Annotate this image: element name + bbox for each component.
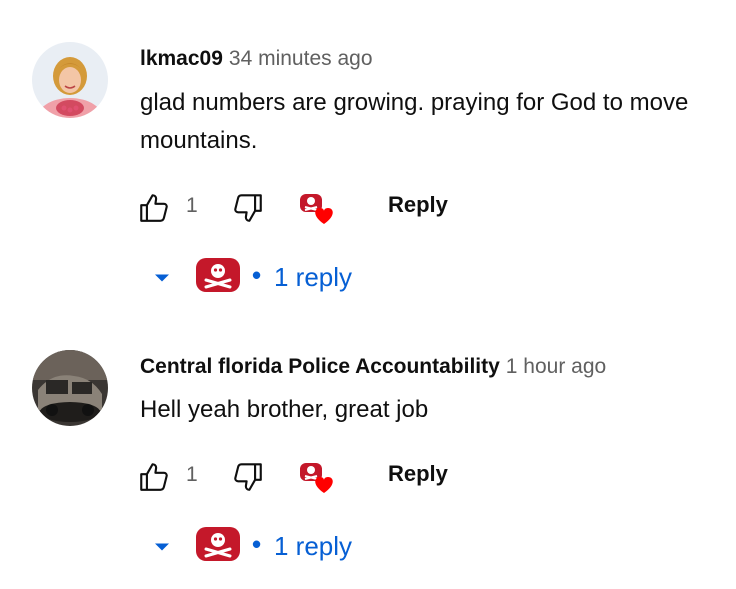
chevron-down-icon — [155, 543, 169, 551]
creator-heart-icon — [300, 463, 333, 493]
comment-text: glad numbers are growing. praying for Go… — [140, 89, 689, 154]
skull-crossbones-icon — [196, 258, 240, 292]
author-name[interactable]: lkmac09 — [140, 47, 223, 70]
avatar[interactable] — [32, 42, 108, 118]
avatar[interactable] — [32, 350, 108, 426]
creator-heart-badge — [294, 186, 338, 230]
like-count: 1 — [186, 194, 198, 217]
separator-dot: • — [252, 260, 262, 290]
vehicle-avatar-icon — [32, 350, 108, 426]
dislike-button[interactable] — [226, 186, 270, 230]
thumbs-up-icon — [140, 463, 168, 491]
separator-dot: • — [252, 529, 262, 559]
creator-heart-badge — [294, 455, 338, 499]
comment-text: Hell yeah brother, great job — [140, 396, 429, 423]
comment-timestamp[interactable]: 34 minutes ago — [229, 47, 373, 70]
woman-avatar-icon — [32, 42, 108, 118]
thumbs-up-icon — [140, 194, 168, 222]
comment-header: Central florida Police Accountability 1 h… — [140, 352, 606, 381]
author-name[interactable]: Central florida Police Accountability — [140, 355, 500, 378]
reply-count-label[interactable]: 1 reply — [274, 262, 352, 293]
reply-button[interactable]: Reply — [388, 192, 448, 218]
chevron-down-icon — [155, 274, 169, 282]
like-button[interactable] — [132, 186, 176, 230]
dislike-button[interactable] — [226, 455, 270, 499]
like-count: 1 — [186, 463, 198, 486]
like-button[interactable] — [132, 455, 176, 499]
thumbs-down-icon — [234, 194, 262, 222]
thumbs-down-icon — [234, 463, 262, 491]
creator-heart-icon — [300, 194, 333, 224]
reply-count-label[interactable]: 1 reply — [274, 531, 352, 562]
comment-timestamp[interactable]: 1 hour ago — [506, 355, 606, 378]
creator-avatar — [194, 525, 242, 568]
comment-header: lkmac09 34 minutes ago — [140, 44, 373, 73]
creator-avatar — [194, 256, 242, 299]
reply-button[interactable]: Reply — [388, 461, 448, 487]
skull-crossbones-icon — [196, 527, 240, 561]
